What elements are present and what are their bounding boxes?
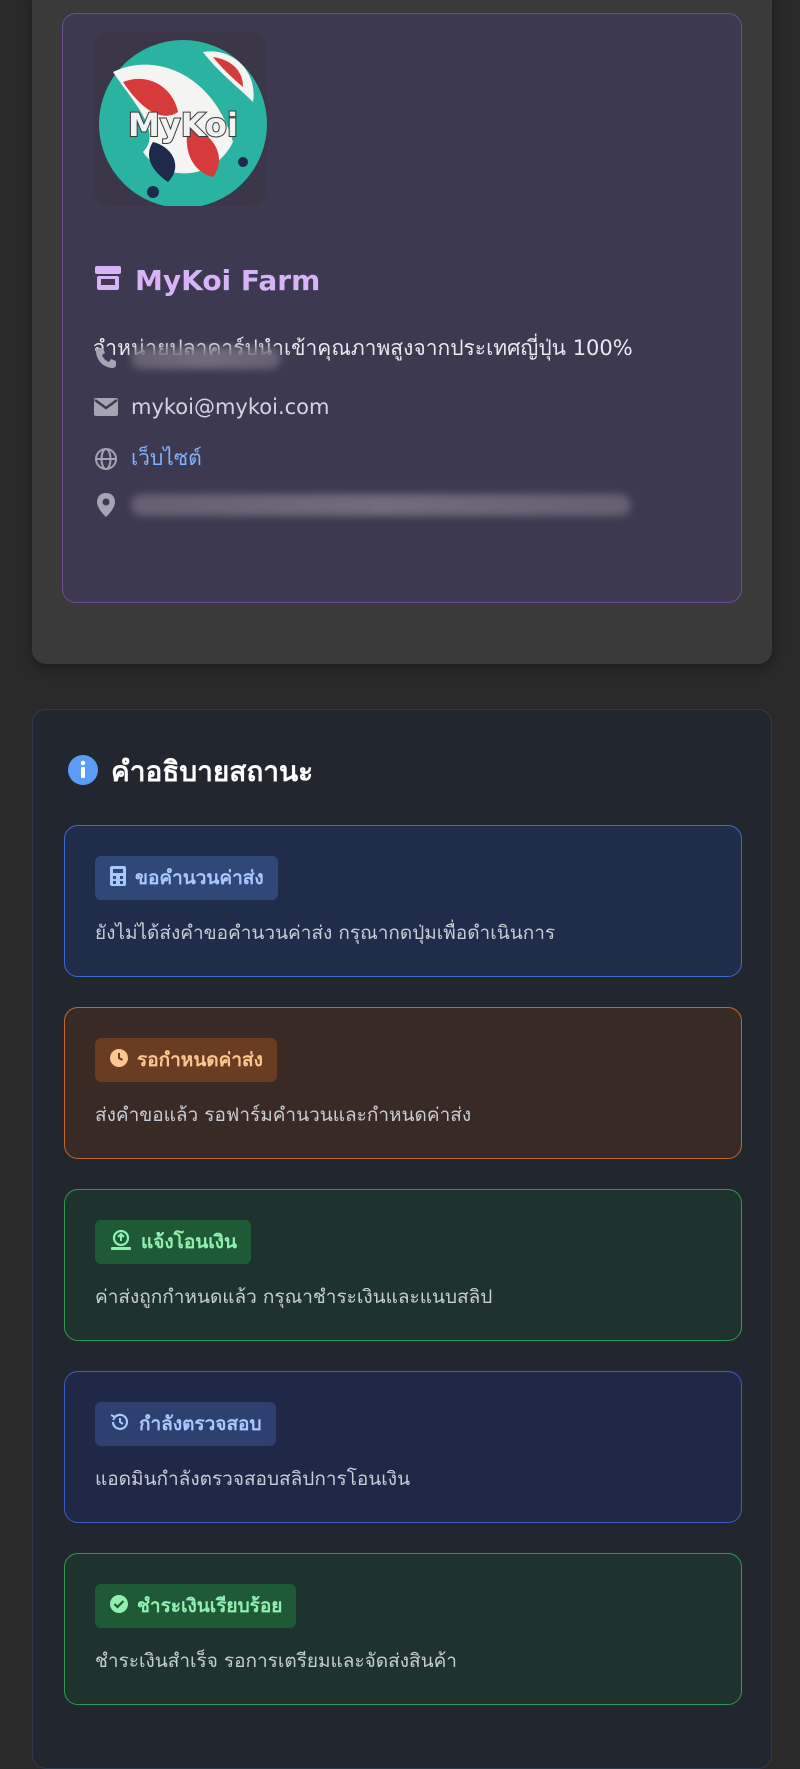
status-description: แอดมินกำลังตรวจสอบสลิปการโอนเงิน: [95, 1468, 411, 1490]
farm-name-row: MyKoi Farm: [93, 262, 320, 298]
status-description: ค่าส่งถูกกำหนดแล้ว กรุณาชำระเงินและแนบสล…: [95, 1286, 493, 1308]
status-item-paid: ชำระเงินเรียบร้อย ชำระเงินสำเร็จ รอการเต…: [64, 1553, 742, 1705]
email-text[interactable]: mykoi@mykoi.com: [131, 395, 330, 419]
status-item-request-shipping: ขอคำนวนค่าส่ง ยังไม่ได้ส่งคำขอคำนวนค่าส่…: [64, 825, 742, 977]
phone-icon: [93, 345, 119, 371]
status-item-verifying: กำลังตรวจสอบ แอดมินกำลังตรวจสอบสลิปการโอ…: [64, 1371, 742, 1523]
phone-blurred: [131, 347, 281, 369]
badge-label: ชำระเงินเรียบร้อย: [137, 1595, 283, 1617]
status-badge: กำลังตรวจสอบ: [95, 1402, 276, 1446]
info-icon: [67, 754, 99, 790]
status-badge: รอกำหนดค่าส่ง: [95, 1038, 277, 1082]
badge-label: ขอคำนวนค่าส่ง: [135, 867, 264, 889]
calculator-icon: [109, 865, 127, 892]
badge-label: แจ้งโอนเงิน: [141, 1231, 238, 1253]
farm-website[interactable]: เว็บไซต์: [93, 442, 202, 475]
status-legend-card: คำอธิบายสถานะ ขอคำนวนค่าส่ง ยังไม่ได้ส่ง…: [32, 709, 772, 1769]
farm-phone: [93, 345, 281, 371]
status-title: คำอธิบายสถานะ: [111, 755, 314, 788]
envelope-icon: [93, 394, 119, 420]
check-circle-icon: [109, 1594, 129, 1619]
farm-email: mykoi@mykoi.com: [93, 394, 330, 420]
status-badge: ชำระเงินเรียบร้อย: [95, 1584, 297, 1628]
logo-text: MyKoi: [128, 106, 238, 144]
website-link[interactable]: เว็บไซต์: [131, 442, 202, 475]
status-badge: แจ้งโอนเงิน: [95, 1220, 252, 1264]
status-description: ส่งคำขอแล้ว รอฟาร์มคำนวนและกำหนดค่าส่ง: [95, 1104, 472, 1126]
farm-card: MyKoi MyKoi Farm จำหน่ายปลาคาร์ปนำเข้าคุ…: [62, 13, 742, 603]
store-icon: [93, 264, 123, 296]
status-item-awaiting-shipping: รอกำหนดค่าส่ง ส่งคำขอแล้ว รอฟาร์มคำนวนแล…: [64, 1007, 742, 1159]
address-blurred: [131, 494, 631, 516]
farm-address: [93, 492, 631, 518]
location-pin-icon: [93, 492, 119, 518]
status-description: ชำระเงินสำเร็จ รอการเตรียมและจัดส่งสินค้…: [95, 1650, 457, 1672]
farm-logo: MyKoi: [93, 32, 267, 206]
history-icon: [109, 1411, 131, 1438]
clock-icon: [109, 1048, 129, 1073]
farm-name: MyKoi Farm: [135, 263, 321, 297]
badge-label: รอกำหนดค่าส่ง: [137, 1049, 263, 1071]
status-item-transfer-notice: แจ้งโอนเงิน ค่าส่งถูกกำหนดแล้ว กรุณาชำระ…: [64, 1189, 742, 1341]
badge-label: กำลังตรวจสอบ: [139, 1413, 262, 1435]
status-description: ยังไม่ได้ส่งคำขอคำนวนค่าส่ง กรุณากดปุ่มเ…: [95, 922, 556, 944]
status-title-row: คำอธิบายสถานะ: [67, 750, 313, 794]
money-upload-icon: [109, 1229, 133, 1256]
globe-icon: [93, 446, 119, 472]
status-badge: ขอคำนวนค่าส่ง: [95, 856, 278, 900]
